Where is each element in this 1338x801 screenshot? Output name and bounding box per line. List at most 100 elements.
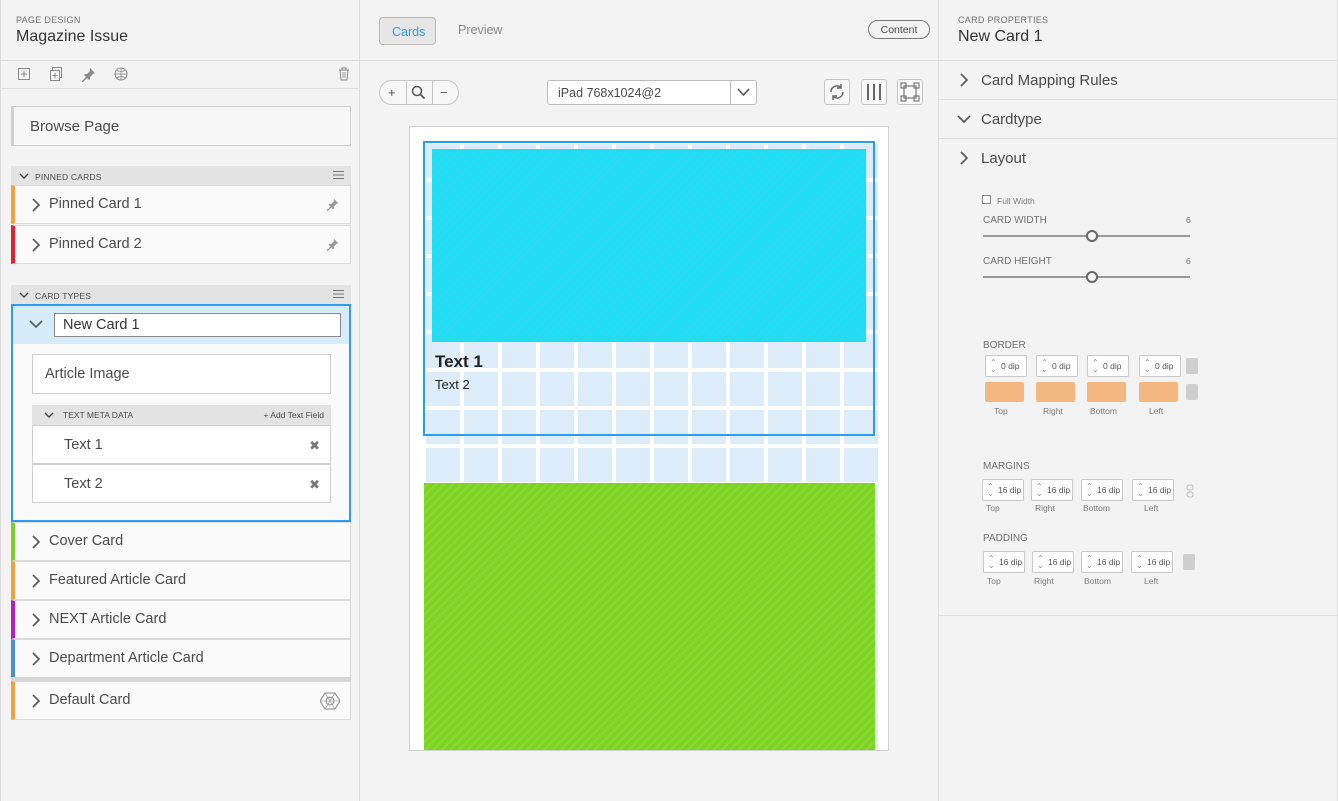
card-type-row[interactable]: Featured Article Card — [11, 561, 351, 600]
zoom-out-button[interactable]: − — [440, 85, 448, 100]
margin-right-input[interactable]: ⌃ ⌄ 16 dip — [1031, 479, 1073, 501]
default-card-row[interactable]: Default Card — [11, 681, 351, 720]
pinned-card-row[interactable]: Pinned Card 1 — [11, 185, 351, 224]
new-card-header[interactable]: New Card 1 — [13, 306, 349, 344]
border-color-left[interactable] — [1139, 382, 1178, 402]
border-left-input[interactable]: ⌃ ⌄ 0 dip — [1139, 355, 1181, 377]
divider — [360, 60, 938, 61]
stepper-icon[interactable]: ⌃ ⌄ — [987, 483, 994, 498]
stepper-icon[interactable]: ⌃ ⌄ — [1036, 483, 1043, 498]
padding-top-input[interactable]: ⌃ ⌄ 16 dip — [983, 551, 1025, 573]
text-field-row[interactable]: Text 2 ✖ — [32, 464, 331, 503]
card-type-row[interactable]: Cover Card — [11, 522, 351, 561]
left-panel: PAGE DESIGN Magazine Issue Browse Page P… — [0, 0, 360, 801]
tab-preview[interactable]: Preview — [458, 17, 502, 45]
border-right-input[interactable]: ⌃ ⌄ 0 dip — [1036, 355, 1078, 377]
card-width-value: 6 — [1186, 215, 1191, 225]
card-type-label: Department Article Card — [49, 650, 204, 666]
grid-cell — [426, 448, 460, 482]
trash-icon[interactable] — [336, 66, 352, 82]
columns-button[interactable] — [861, 79, 887, 105]
border-bottom-input[interactable]: ⌃ ⌄ 0 dip — [1087, 355, 1129, 377]
border-color-bottom[interactable] — [1087, 382, 1126, 402]
menu-icon[interactable] — [333, 170, 344, 180]
pin-icon[interactable] — [81, 66, 97, 82]
padding-left-input[interactable]: ⌃ ⌄ 16 dip — [1131, 551, 1173, 573]
full-width-checkbox[interactable] — [982, 195, 991, 204]
pinned-cards-header[interactable]: PINNED CARDS — [11, 166, 351, 186]
zoom-in-button[interactable]: + — [388, 85, 396, 100]
margin-bottom-input[interactable]: ⌃ ⌄ 16 dip — [1081, 479, 1123, 501]
side-label: Right — [1034, 576, 1054, 586]
card-type-row[interactable]: Department Article Card — [11, 639, 351, 678]
card-type-label: Featured Article Card — [49, 572, 187, 588]
card-name-input[interactable]: New Card 1 — [54, 313, 341, 337]
link-icon[interactable] — [1186, 358, 1198, 374]
add-text-field-button[interactable]: + Add Text Field — [263, 410, 324, 420]
add-page-icon[interactable] — [16, 66, 32, 82]
search-icon[interactable] — [411, 85, 426, 100]
device-select[interactable]: iPad 768x1024@2 — [547, 80, 757, 105]
pin-icon[interactable] — [326, 197, 340, 211]
border-color-right[interactable] — [1036, 382, 1075, 402]
margin-left-input[interactable]: ⌃ ⌄ 16 dip — [1132, 479, 1174, 501]
border-right-value: 0 dip — [1052, 361, 1071, 371]
remove-icon[interactable]: ✖ — [309, 438, 320, 454]
stepper-icon[interactable]: ⌃ ⌄ — [1086, 483, 1093, 498]
card-type-row[interactable]: NEXT Article Card — [11, 600, 351, 639]
page-design-eyebrow: PAGE DESIGN — [16, 15, 81, 25]
grid-cell — [806, 410, 840, 444]
card-width-knob[interactable] — [1086, 230, 1098, 242]
refresh-button[interactable] — [824, 79, 850, 105]
grid-cell — [540, 410, 574, 444]
browse-page-button[interactable]: Browse Page — [11, 106, 351, 146]
padding-bottom-input[interactable]: ⌃ ⌄ 16 dip — [1081, 551, 1123, 573]
stepper-icon[interactable]: ⌃ ⌄ — [1136, 555, 1143, 570]
section-card-mapping-rules[interactable]: Card Mapping Rules — [939, 61, 1338, 100]
border-top-input[interactable]: ⌃ ⌄ 0 dip — [985, 355, 1027, 377]
stepper-icon[interactable]: ⌃ ⌄ — [1144, 359, 1151, 374]
duplicate-icon[interactable] — [48, 66, 64, 82]
chevron-right-icon — [32, 198, 41, 212]
menu-icon[interactable] — [333, 289, 344, 299]
stepper-icon[interactable]: ⌃ ⌄ — [1092, 359, 1099, 374]
device-canvas: Text 1 Text 2 — [409, 126, 889, 751]
stepper-icon[interactable]: ⌃ ⌄ — [1086, 555, 1093, 570]
unlink-icon[interactable] — [1184, 484, 1196, 498]
pinned-card-row[interactable]: Pinned Card 2 — [11, 225, 351, 264]
device-select-value: iPad 768x1024@2 — [558, 86, 662, 100]
stepper-icon[interactable]: ⌃ ⌄ — [1037, 555, 1044, 570]
article-image-field[interactable]: Article Image — [32, 354, 331, 394]
stepper-icon[interactable]: ⌃ ⌄ — [988, 555, 995, 570]
stepper-icon[interactable]: ⌃ ⌄ — [1041, 359, 1048, 374]
pin-icon[interactable] — [326, 237, 340, 251]
text-field-row[interactable]: Text 1 ✖ — [32, 425, 331, 464]
card-height-knob[interactable] — [1086, 271, 1098, 283]
chevron-down-icon[interactable] — [28, 318, 44, 330]
globe-icon[interactable] — [320, 692, 340, 710]
margin-top-input[interactable]: ⌃ ⌄ 16 dip — [982, 479, 1024, 501]
section-cardtype[interactable]: Cardtype — [939, 100, 1338, 139]
card-height-value: 6 — [1186, 256, 1191, 266]
content-button[interactable]: Content — [868, 20, 930, 39]
side-label: Right — [1043, 406, 1063, 416]
section-label: Layout — [981, 150, 1027, 167]
link-icon[interactable] — [1183, 554, 1195, 570]
card-width-label: CARD WIDTH — [983, 215, 1047, 226]
stepper-icon[interactable]: ⌃ ⌄ — [990, 359, 997, 374]
chevron-right-icon — [32, 694, 41, 708]
border-bottom-value: 0 dip — [1103, 361, 1122, 371]
chevron-right-icon — [32, 535, 41, 549]
chevron-down-icon[interactable] — [44, 410, 54, 420]
globe-icon[interactable] — [113, 66, 129, 82]
padding-right-input[interactable]: ⌃ ⌄ 16 dip — [1032, 551, 1074, 573]
tab-cards[interactable]: Cards — [379, 17, 436, 45]
side-label: Bottom — [1084, 576, 1111, 586]
link-icon[interactable] — [1186, 384, 1198, 400]
stepper-icon[interactable]: ⌃ ⌄ — [1137, 483, 1144, 498]
section-layout[interactable]: Layout — [939, 139, 1338, 178]
remove-icon[interactable]: ✖ — [309, 477, 320, 493]
fit-button[interactable] — [897, 79, 923, 105]
border-color-top[interactable] — [985, 382, 1024, 402]
card-types-header[interactable]: CARD TYPES — [11, 285, 351, 305]
